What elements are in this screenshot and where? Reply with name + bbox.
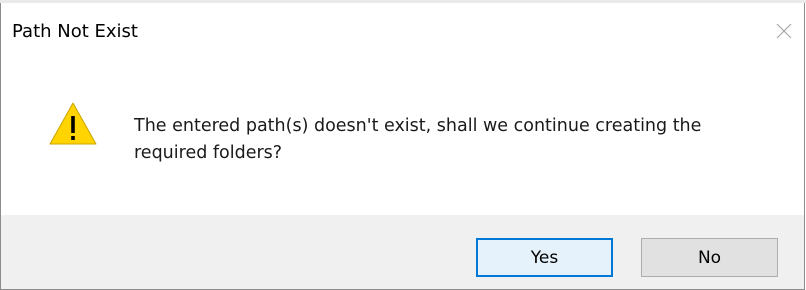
- dialog-message: The entered path(s) doesn't exist, shall…: [134, 116, 702, 163]
- warning-icon: [49, 102, 97, 145]
- path-not-exist-dialog: Path Not Exist The entered path(s) doesn…: [0, 3, 805, 290]
- dialog-title: Path Not Exist: [12, 21, 138, 42]
- button-bar: Yes No: [1, 215, 804, 289]
- no-button[interactable]: No: [641, 238, 778, 277]
- yes-button[interactable]: Yes: [476, 238, 613, 277]
- close-button[interactable]: [764, 9, 804, 53]
- title-bar[interactable]: Path Not Exist: [1, 3, 804, 61]
- close-icon: [776, 23, 792, 39]
